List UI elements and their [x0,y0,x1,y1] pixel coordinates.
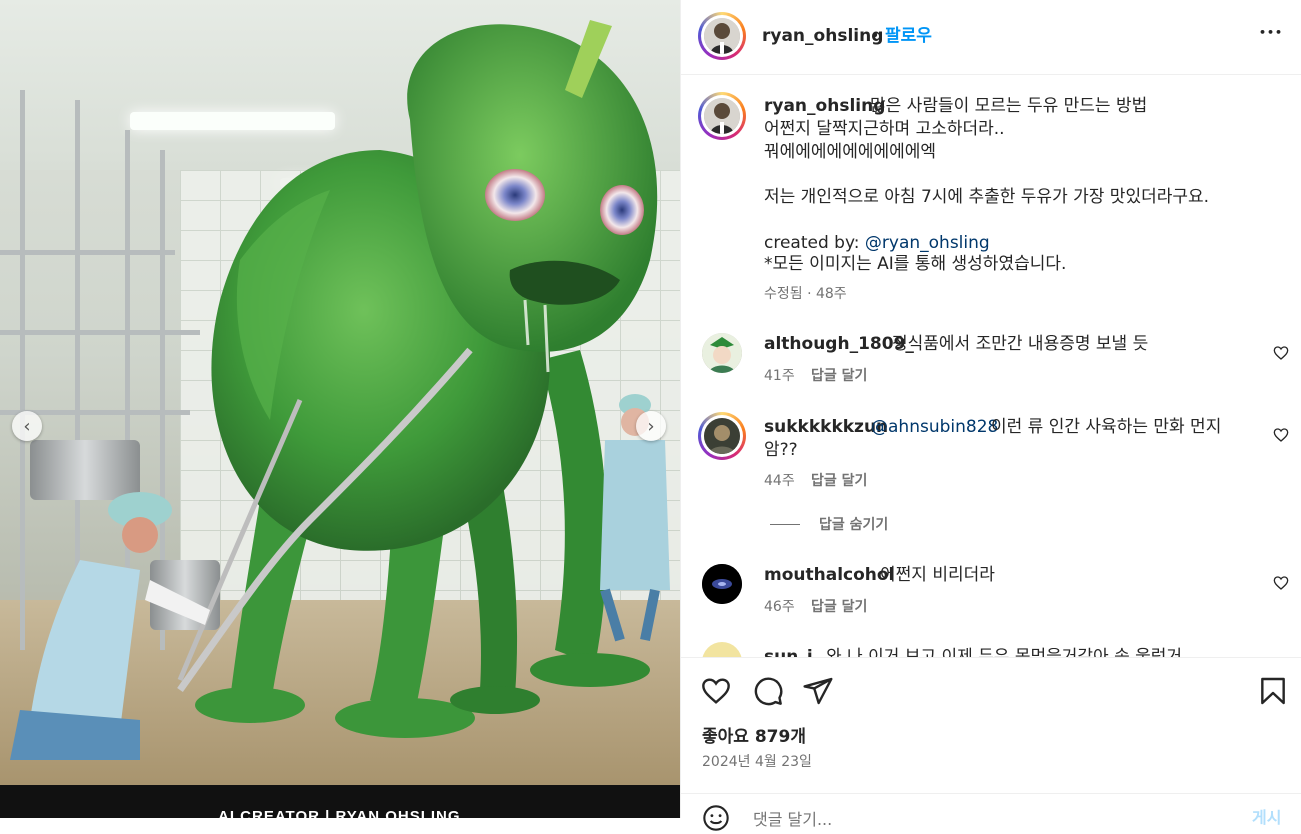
image-rig [0,250,175,255]
more-options-button[interactable]: ••• [1259,22,1283,44]
post-date: 2024년 4월 23일 [702,754,812,770]
author-username[interactable]: ryan_ohsling [762,25,883,47]
comment-input-divider [681,793,1301,794]
media-watermark: AI CREATOR | RYAN OHSLING [218,808,461,818]
like-count[interactable]: 좋아요 879개 [702,726,806,748]
comment-mention-link[interactable]: @ahnsubin828 [871,416,998,438]
comment-text: 어쩐지 비리더라 [880,565,995,585]
comment-username[interactable]: mouthalcohol [764,564,894,586]
post-header: ryan_ohsling • 팔로우 ••• [681,0,1301,75]
credit-prefix: created by: [764,233,865,253]
heart-icon[interactable] [700,675,732,707]
chevron-right-icon: › [647,415,655,437]
caption-line: 꿔에에에에에에에에에엑 [764,142,937,162]
bookmark-icon[interactable] [1257,675,1289,707]
comment-username[interactable]: sukkkkkkzun [764,416,888,438]
hide-replies-button[interactable]: 답글 숨기기 [819,514,888,536]
avatar-image [702,333,742,373]
emoji-icon[interactable] [702,804,730,832]
caption-username[interactable]: ryan_ohsling [764,95,885,117]
post-media[interactable]: AI CREATOR | RYAN OHSLING ‹ › [0,0,680,818]
credit-mention-link[interactable]: @ryan_ohsling [865,233,990,253]
post-image [0,0,680,785]
comment-text: 와 나 이거 보고 이제 두유 못먹을거같아 속 울렁거 [826,647,1183,657]
comment-username[interactable]: sun_j [764,646,813,657]
avatar-image [704,418,740,454]
comment-input[interactable] [751,804,1225,834]
reply-button[interactable]: 답글 달기 [811,365,867,387]
caption-line: 저는 개인적으로 아침 7시에 추출한 두유가 가장 맛있더라구요. [764,187,1210,207]
comment-text: 정식품에서 조만간 내용증명 보낼 듯 [892,334,1149,354]
chevron-left-icon: ‹ [23,415,31,437]
like-comment-heart-icon[interactable] [1273,575,1289,591]
comment-age: 41주 [764,368,795,384]
avatar-image [702,564,742,604]
caption-line: 많은 사람들이 모르는 두유 만드는 방법 [870,96,1148,116]
image-worker [600,394,670,642]
avatar-image [704,18,740,54]
commenter-avatar[interactable] [702,333,742,373]
avatar-image [704,98,740,134]
reply-button[interactable]: 답글 달기 [811,596,867,618]
post-panel: ryan_ohsling • 팔로우 ••• ryan_ohsling 많은 사… [680,0,1301,834]
replies-divider [770,524,800,525]
image-worker [10,492,210,760]
caption-credit: created by: @ryan_ohsling [764,232,990,254]
comment-text: 암?? [764,440,798,460]
commenter-avatar[interactable] [698,412,746,460]
like-comment-heart-icon[interactable] [1273,345,1289,361]
author-avatar[interactable] [698,12,746,60]
caption-avatar[interactable] [698,92,746,140]
commenter-avatar[interactable] [702,642,742,657]
prev-image-button[interactable]: ‹ [12,411,42,441]
caption-disclaimer: *모든 이미지는 AI를 통해 생성하였습니다. [764,254,1067,274]
caption-meta: 수정됨 · 48주 [764,286,847,302]
post-comment-button[interactable]: 게시 [1252,807,1281,829]
comments-section[interactable]: ryan_ohsling 많은 사람들이 모르는 두유 만드는 방법 어쩐지 달… [681,75,1301,657]
next-image-button[interactable]: › [636,411,666,441]
comment-age: 44주 [764,473,795,489]
comment-icon[interactable] [752,675,784,707]
header-separator: • [871,28,880,44]
comment-text: 이런 류 인간 사육하는 만화 먼지 [991,417,1222,437]
commenter-avatar[interactable] [702,564,742,604]
caption-line: 어쩐지 달짝지근하며 고소하더라.. [764,119,1005,139]
follow-button[interactable]: 팔로우 [885,25,932,47]
like-comment-heart-icon[interactable] [1273,427,1289,443]
post-actions: 좋아요 879개 2024년 4월 23일 게시 [681,657,1301,834]
send-icon[interactable] [802,675,834,707]
reply-button[interactable]: 답글 달기 [811,470,867,492]
comment-age: 46주 [764,599,795,615]
